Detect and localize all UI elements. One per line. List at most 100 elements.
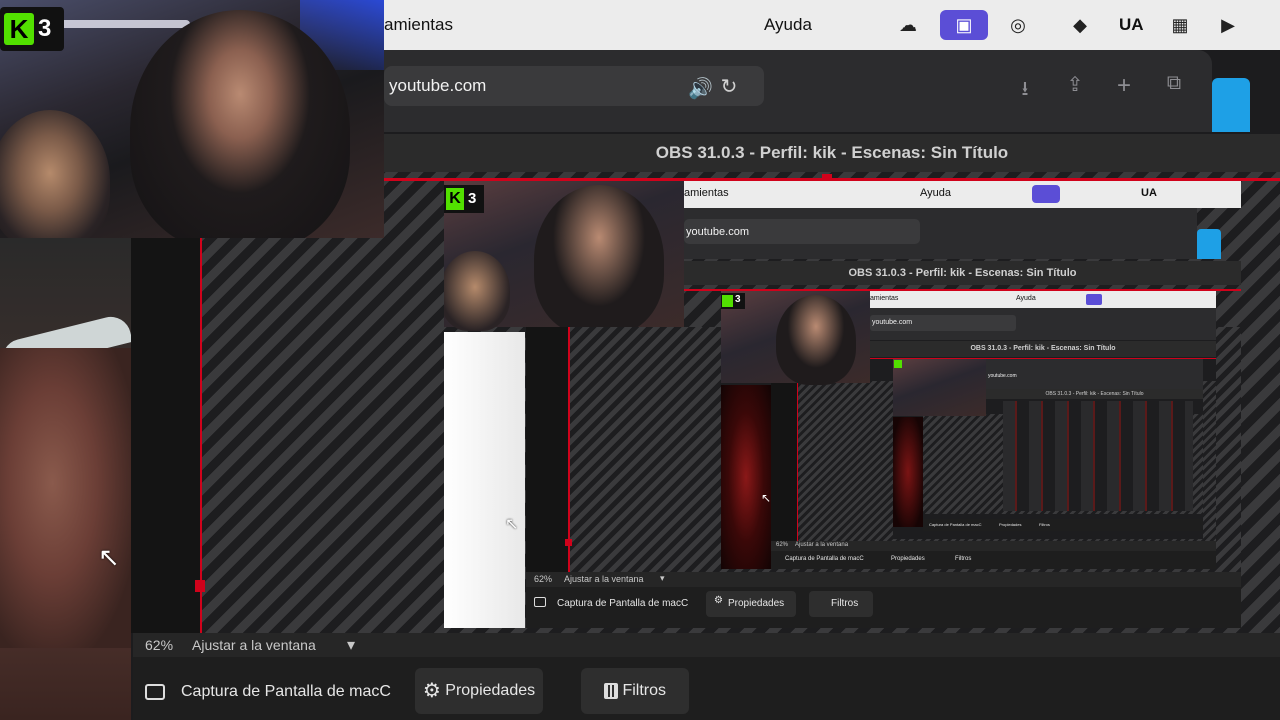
gear-icon: ⚙ [422, 680, 441, 702]
nested3-url-text: youtube.com [988, 373, 1017, 379]
download-icon[interactable]: ⭳ [1013, 74, 1037, 108]
nested1-person-right [534, 185, 664, 335]
fit-to-window-select[interactable]: Ajustar a la ventana [192, 637, 316, 653]
nested1-fit: Ajustar a la ventana [564, 574, 644, 584]
nested2-menubar: amientas Ayuda [870, 291, 1216, 308]
speaker-icon[interactable]: 🔊 [688, 76, 713, 101]
nested-capture-2: 3 ↖ amientas Ayuda youtube.com OBS 31.0.… [721, 291, 1216, 569]
nested2-red-guide [797, 383, 798, 541]
k3-badge-number: 3 [38, 15, 52, 42]
source-name: Captura de Pantalla de macC [181, 683, 391, 700]
nested1-properties-label: Propiedades [728, 598, 785, 609]
nested2-menu-ayuda: Ayuda [1016, 295, 1036, 302]
nested3-k3-logo [894, 360, 902, 368]
nested3-deeper-recursion [1003, 401, 1193, 511]
left-video-face [0, 348, 131, 648]
k3-logo-k: K [4, 13, 34, 45]
nested1-person-left [444, 251, 510, 331]
nested3-bottombar: Captura de Pantalla de macC Propiedades … [923, 519, 1203, 531]
nested2-dark-strip [771, 383, 797, 541]
properties-label: Propiedades [445, 682, 536, 700]
nested2-person [776, 295, 856, 385]
left-video-feed [0, 238, 131, 720]
webcam-ceiling-light [60, 20, 190, 28]
nested1-source-icon [534, 597, 546, 607]
source-toolbar: Captura de Pantalla de macC ⚙ Propiedade… [133, 657, 1280, 720]
nested1-menu-ayuda: Ayuda [920, 187, 951, 199]
tabs-overview-icon[interactable]: ⧉ [1162, 72, 1186, 95]
nested1-menu-herramientas: amientas [684, 187, 729, 199]
nested1-url-text: youtube.com [686, 226, 749, 238]
url-text[interactable]: youtube.com [389, 76, 486, 96]
nested3-source-name: Captura de Pantalla de macC [929, 522, 982, 527]
nested1-k3-logo: K [446, 188, 464, 210]
nested1-bottombar: Captura de Pantalla de macC ⚙ Propiedade… [526, 587, 1241, 628]
ua-logo-icon[interactable]: ◆ [1062, 13, 1098, 37]
nested1-source-name: Captura de Pantalla de macC [557, 598, 689, 609]
nested2-cursor: ↖ [761, 491, 772, 505]
nested2-k3-number: 3 [735, 294, 741, 305]
nested1-mirror-icon [1032, 185, 1060, 203]
nested2-menu-herramientas: amientas [870, 295, 899, 302]
nested1-menu-ua: UA [1141, 187, 1157, 199]
menu-ayuda[interactable]: Ayuda [764, 15, 812, 35]
obs-window-title: OBS 31.0.3 - Perfil: kik - Escenas: Sin … [384, 134, 1280, 172]
mouse-cursor: ↖ [98, 542, 120, 572]
nested2-webcam: 3 [721, 291, 870, 385]
share-icon[interactable]: ⇪ [1063, 72, 1087, 97]
nested3-filters-label: Filtros [1039, 522, 1050, 527]
nested2-zoombar: 62% Ajustar a la ventana [771, 541, 1216, 551]
creative-cloud-icon[interactable]: ☁ [896, 13, 920, 37]
nested1-k3-badge: K 3 [444, 185, 484, 213]
preview-red-handle[interactable] [195, 580, 205, 592]
nested1-zoom: 62% [534, 574, 553, 584]
airplay-icon[interactable]: ◎ [1006, 13, 1030, 37]
person-left [0, 110, 110, 238]
nested2-properties-label: Propiedades [891, 556, 925, 562]
nested3-webcam [893, 359, 986, 416]
nested1-red-guide [568, 327, 570, 572]
nested2-source-name: Captura de Pantalla de macC [785, 556, 864, 562]
nested2-url-text: youtube.com [872, 319, 913, 326]
properties-button[interactable]: ⚙ Propiedades [415, 668, 543, 714]
nested1-webcam: K 3 [444, 181, 684, 335]
preview-red-guide-vertical [200, 238, 202, 633]
nested1-filters-label: Filtros [831, 598, 859, 609]
nested1-menubar: amientas Ayuda UA [684, 181, 1241, 208]
filters-icon [603, 682, 618, 699]
nested2-k3-badge: 3 [721, 293, 745, 309]
nested1-red-handle[interactable] [565, 539, 572, 546]
filters-button[interactable]: Filtros [581, 668, 689, 714]
display-capture-icon [145, 684, 165, 700]
nested3-red-video [893, 417, 923, 527]
nested1-right-tab [1197, 229, 1221, 259]
menu-ua[interactable]: UA [1119, 15, 1144, 35]
nested2-filters-label: Filtros [955, 556, 972, 562]
nested1-dropdown-icon: ▾ [660, 573, 665, 583]
zoom-bar: 62% Ajustar a la ventana ▾ [133, 633, 1280, 657]
nested1-gear-icon: ⚙ [714, 595, 723, 606]
nested2-bottombar: Captura de Pantalla de macC Propiedades … [771, 551, 1216, 569]
screen-mirror-icon[interactable]: ▣ [940, 10, 988, 40]
filters-label: Filtros [622, 682, 666, 699]
nested3-obs-title: OBS 31.0.3 - Perfil: kik - Escenas: Sin … [986, 389, 1203, 399]
nested2-mirror-icon [1086, 294, 1102, 305]
zoom-level[interactable]: 62% [145, 637, 173, 653]
chevron-down-icon[interactable]: ▾ [347, 635, 355, 655]
inner-mouse-cursor: ↖ [505, 516, 519, 533]
nested3-properties-label: Propiedades [999, 522, 1022, 527]
k3-badge: K 3 [0, 7, 64, 51]
reload-icon[interactable]: ↻ [717, 74, 741, 99]
nested2-obs-title: OBS 31.0.3 - Perfil: kik - Escenas: Sin … [870, 341, 1216, 357]
menu-herramientas[interactable]: amientas [384, 15, 453, 35]
nested2-red-video [721, 385, 771, 569]
nested1-k3-number: 3 [468, 190, 477, 207]
nested-capture-3: youtube.com OBS 31.0.3 - Perfil: kik - E… [893, 359, 1203, 539]
browser-right-tab [1212, 78, 1250, 132]
new-tab-icon[interactable]: + [1112, 72, 1136, 100]
mac-menubar: amientas Ayuda ☁ ▣ ◎ ◆ UA ▦ ▶ [384, 0, 1280, 50]
person-right [130, 10, 350, 238]
nested1-zoombar: 62% Ajustar a la ventana ▾ [526, 572, 1241, 587]
play-icon[interactable]: ▶ [1216, 13, 1240, 37]
wifi-grid-icon[interactable]: ▦ [1168, 13, 1192, 37]
